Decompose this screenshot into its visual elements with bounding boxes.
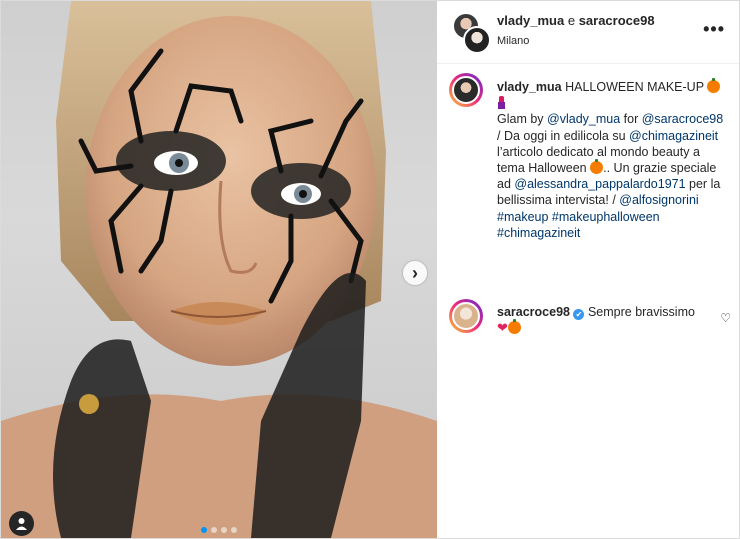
instagram-post: › vlady_mua e saracroce98 Milano ••• vla… <box>0 0 740 539</box>
post-caption: vlady_mua HALLOWEEN MAKE-UP Glam by @vla… <box>449 73 729 241</box>
pumpkin-emoji-icon <box>707 78 721 93</box>
tagged-users-button[interactable] <box>9 511 34 536</box>
caption-text: vlady_mua HALLOWEEN MAKE-UP Glam by @vla… <box>497 73 729 241</box>
comment-text: saracroce98 ✔ Sempre bravissimo ❤ <box>497 299 740 336</box>
caption-text-fragment: for <box>623 112 639 127</box>
caption-text-fragment: Glam by <box>497 112 544 127</box>
hashtag-link[interactable]: #chimagazineit <box>497 226 580 240</box>
location-link[interactable]: Milano <box>497 35 529 47</box>
comment-item: saracroce98 ✔ Sempre bravissimo ❤ <box>449 299 740 336</box>
mention-link[interactable]: @vlady_mua <box>547 112 620 126</box>
avatar[interactable] <box>449 299 483 333</box>
carousel-next-button[interactable]: › <box>403 261 427 285</box>
lipstick-emoji-icon <box>497 96 506 110</box>
comment-body: Sempre bravissimo <box>587 305 695 319</box>
hashtag-link[interactable]: #makeup <box>497 210 548 224</box>
username-link[interactable]: saracroce98 <box>579 13 655 28</box>
like-comment-button[interactable]: ♡ <box>720 311 731 325</box>
avatar[interactable] <box>449 73 483 107</box>
verified-badge-icon: ✔ <box>573 309 585 320</box>
post-sidebar: vlady_mua e saracroce98 Milano ••• vlady… <box>437 1 739 538</box>
pumpkin-emoji-icon <box>507 319 521 334</box>
more-options-button[interactable]: ••• <box>703 19 725 40</box>
mention-link[interactable]: @alfosignorini <box>619 193 698 207</box>
post-header: vlady_mua e saracroce98 Milano ••• <box>437 1 739 64</box>
carousel-dot <box>211 527 217 533</box>
comment-username[interactable]: saracroce98 <box>497 305 570 319</box>
carousel-dot <box>231 527 237 533</box>
caption-username[interactable]: vlady_mua <box>497 80 562 94</box>
chevron-right-icon: › <box>412 263 418 283</box>
portrait-image <box>1 1 437 538</box>
mention-link[interactable]: @alessandra_pappalardo1971 <box>514 177 685 191</box>
avatar <box>463 26 491 54</box>
hashtag-link[interactable]: #makeuphalloween <box>552 210 660 224</box>
post-photo[interactable]: › <box>1 1 437 538</box>
carousel-indicator <box>201 527 237 533</box>
mention-link[interactable]: @chimagazineit <box>629 129 718 143</box>
collab-usernames: vlady_mua e saracroce98 <box>497 13 655 28</box>
pumpkin-emoji-icon <box>590 159 604 175</box>
carousel-dot <box>221 527 227 533</box>
joiner-text: e <box>567 13 576 28</box>
heart-emoji-icon: ❤ <box>497 320 508 335</box>
username-link[interactable]: vlady_mua <box>497 13 564 28</box>
caption-title: HALLOWEEN MAKE-UP <box>565 80 704 94</box>
collab-avatars[interactable] <box>453 13 491 54</box>
caption-text-fragment: / Da oggi in edilicola su <box>497 128 626 143</box>
carousel-dot-active <box>201 527 207 533</box>
user-tag-icon <box>16 518 27 530</box>
mention-link[interactable]: @saracroce98 <box>642 112 723 126</box>
